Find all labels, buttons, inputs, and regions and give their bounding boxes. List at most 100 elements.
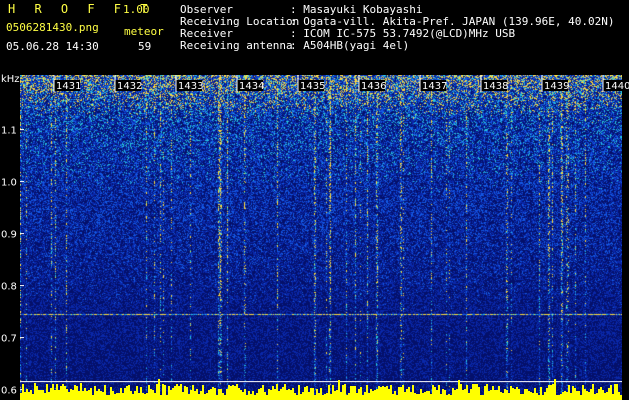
signal-bar [188,394,190,400]
signal-bar [238,388,240,400]
signal-bar [168,386,170,400]
signal-bar [432,385,434,400]
signal-bar [484,386,486,400]
signal-bar [328,385,330,400]
signal-bar [128,385,130,400]
signal-bar [472,384,474,400]
signal-bar [380,387,382,400]
signal-bar [192,385,194,400]
signal-bar [488,391,490,400]
signal-bar [276,384,278,400]
frequency-tick-label: 0.9 [1,230,17,241]
signal-bar [250,394,252,400]
signal-bar [508,393,510,400]
signal-bar [184,386,186,400]
signal-bar [582,385,584,400]
signal-bar [134,391,136,400]
signal-bar [356,393,358,400]
signal-bar [214,388,216,400]
signal-bar [38,390,40,400]
signal-bar [496,390,498,400]
signal-bar [562,392,564,400]
signal-bar [126,386,128,400]
signal-bar [578,391,580,400]
signal-bar [518,389,520,400]
signal-bar [332,385,334,400]
signal-bar [454,390,456,400]
signal-bar [72,390,74,400]
signal-bar [282,387,284,400]
signal-bar [52,384,54,400]
signal-bar [576,391,578,400]
signal-bar [452,388,454,400]
signal-bar [186,387,188,400]
signal-bar [470,389,472,400]
signal-bar [550,385,552,400]
signal-bar [358,389,360,400]
signal-bar [368,393,370,400]
signal-bar [352,386,354,400]
signal-bar [414,393,416,400]
signal-bar [300,394,302,400]
signal-bar [412,385,414,400]
signal-bar [294,393,296,400]
signal-bar [44,393,46,400]
signal-bar [220,389,222,400]
signal-bar [94,386,96,400]
signal-bar [556,395,558,400]
signal-bar [448,394,450,400]
signal-bar [554,379,556,400]
signal-bar [26,389,28,400]
signal-bar [474,384,476,400]
signal-bar [512,388,514,400]
signal-bar [336,390,338,400]
time-label-1434: 1434 [239,81,264,92]
signal-bar [442,389,444,400]
signal-bar [468,393,470,400]
signal-bar [524,389,526,400]
time-label-1437: 1437 [422,81,447,92]
signal-bar [76,386,78,400]
signal-bar [322,395,324,400]
signal-bar [348,393,350,400]
signal-bar [252,391,254,400]
signal-bar [596,393,598,400]
signal-bar [68,392,70,400]
signal-bar [266,395,268,400]
time-label-1435: 1435 [300,81,325,92]
signal-bar [402,385,404,400]
signal-bar [342,385,344,400]
signal-bar [262,385,264,400]
signal-bar [324,394,326,400]
signal-bar [516,387,518,400]
signal-bar [464,389,466,400]
signal-bar [210,389,212,400]
signal-bar [602,390,604,400]
signal-bar [30,390,32,400]
signal-bar [526,389,528,400]
signal-bar [386,386,388,400]
signal-bar [436,390,438,400]
signal-bar [540,387,542,400]
signal-bar [82,391,84,400]
signal-bar [594,394,596,400]
signal-bar [236,384,238,400]
signal-bar [34,383,36,400]
signal-bar [198,394,200,400]
signal-bar [50,388,52,400]
frequency-tick-label: 0.8 [1,282,17,293]
signal-bar [536,393,538,400]
signal-bar [530,392,532,400]
signal-bar [588,392,590,400]
signal-bar [100,391,102,400]
signal-bar [384,387,386,400]
signal-bar [64,386,66,400]
signal-bar [70,389,72,400]
signal-bar [560,394,562,400]
signal-bar [460,384,462,400]
signal-bar [278,391,280,400]
signal-bar [58,390,60,400]
time-label-1436: 1436 [361,81,386,92]
signal-bar [482,395,484,400]
signal-bar [564,391,566,400]
